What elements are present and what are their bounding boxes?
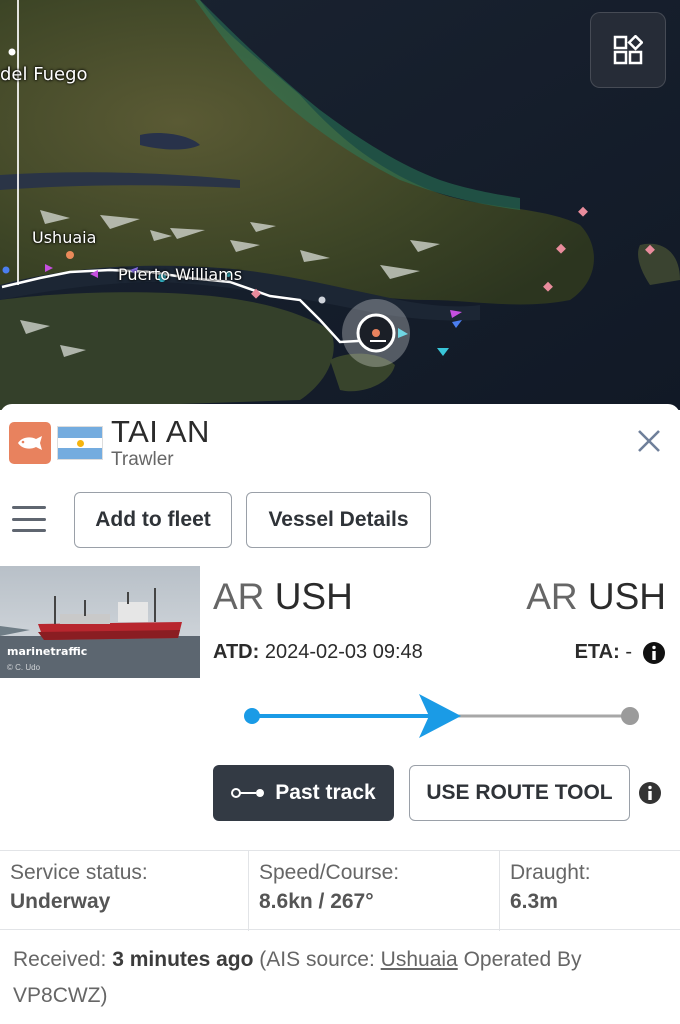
vessel-stats: Service status: Underway Speed/Course: 8… <box>0 850 680 931</box>
arrival-country-code: AR <box>526 576 578 617</box>
add-to-fleet-button[interactable]: Add to fleet <box>74 492 232 548</box>
map-view[interactable]: del Fuego Ushuaia Puerto Williams <box>0 0 680 410</box>
received-label: Received: <box>13 948 107 971</box>
vessel-type-badge <box>9 422 51 464</box>
atd-label: ATD: <box>213 641 260 663</box>
service-status-label: Service status: <box>10 861 148 884</box>
vessel-info-panel: TAI AN Trawler Add to fleet Vessel Detai… <box>0 404 680 1024</box>
eta-value: - <box>625 641 632 663</box>
past-track-label: Past track <box>275 781 376 804</box>
operator-callsign: VP8CWZ) <box>13 984 108 1007</box>
received-time: 3 minutes ago <box>112 948 254 971</box>
service-status: Service status: Underway <box>0 851 249 931</box>
departure-port-code: USH <box>274 576 353 617</box>
layers-grid-icon <box>613 35 643 65</box>
draught: Draught: 6.3m <box>500 851 680 931</box>
arrival-port-code: USH <box>587 576 666 617</box>
map-label-ushuaia[interactable]: Ushuaia <box>32 228 96 247</box>
atd: ATD: 2024-02-03 09:48 <box>213 641 423 664</box>
departure-country-code: AR <box>213 576 265 617</box>
draught-label: Draught: <box>510 861 591 884</box>
voyage-progress-bar <box>244 694 639 738</box>
vessel-name: TAI AN <box>111 414 210 449</box>
vessel-header: TAI AN Trawler <box>0 404 680 482</box>
atd-value: 2024-02-03 09:48 <box>264 641 423 663</box>
route-info-icon[interactable] <box>638 781 662 805</box>
photo-credit: © C. Udo <box>7 663 41 672</box>
speed-course-label: Speed/Course: <box>259 861 400 884</box>
use-route-tool-button[interactable]: USE ROUTE TOOL <box>409 765 630 821</box>
fish-icon <box>18 436 42 450</box>
ais-source-link[interactable]: Ushuaia <box>381 948 458 971</box>
eta: ETA: - <box>575 641 632 664</box>
eta-label: ETA: <box>574 641 620 663</box>
departure-port[interactable]: AR USH <box>213 576 353 618</box>
satellite-terrain <box>0 0 680 410</box>
speed-course-value: 8.6kn / 267° <box>259 890 374 913</box>
track-icon <box>231 788 265 798</box>
vessel-details-button[interactable]: Vessel Details <box>246 492 431 548</box>
arrival-port[interactable]: AR USH <box>526 576 666 618</box>
draught-value: 6.3m <box>510 890 558 913</box>
ais-source-label: (AIS source: <box>259 948 375 971</box>
progress-start-dot <box>244 708 260 724</box>
close-icon <box>638 430 660 452</box>
hamburger-menu-icon[interactable] <box>12 506 46 532</box>
vessel-photo[interactable]: marinetraffic © C. Udo <box>0 566 200 678</box>
map-label-puerto-williams[interactable]: Puerto Williams <box>118 265 242 284</box>
photo-watermark: marinetraffic <box>7 645 88 658</box>
map-label-tierra-del-fuego: del Fuego <box>0 64 88 85</box>
progress-end-dot <box>621 707 639 725</box>
vessel-actions: Add to fleet Vessel Details <box>0 492 680 550</box>
speed-course: Speed/Course: 8.6kn / 267° <box>249 851 500 931</box>
past-track-button[interactable]: Past track <box>213 765 394 821</box>
flag-icon <box>57 426 103 460</box>
received-info: Received: 3 minutes ago (AIS source: Ush… <box>13 942 663 1014</box>
vessel-type: Trawler <box>111 449 174 470</box>
operated-by-label: Operated By <box>463 948 582 971</box>
close-button[interactable] <box>632 424 666 458</box>
eta-info-icon[interactable] <box>642 641 666 665</box>
service-status-value: Underway <box>10 890 111 913</box>
map-layers-button[interactable] <box>590 12 666 88</box>
